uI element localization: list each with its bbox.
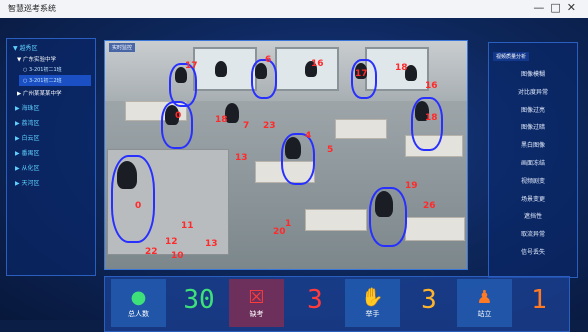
location-tree: ▼ 越秀区 ▼ 广东实验中学 ○ 3-201初二1班 ○ 3-201初二2班 ▶…: [6, 38, 96, 276]
quality-item-too-dark[interactable]: 图像过暗: [489, 119, 577, 137]
app-shell: ▼ 越秀区 ▼ 广东实验中学 ○ 3-201初二1班 ○ 3-201初二2班 ▶…: [0, 18, 588, 332]
minimize-button[interactable]: —: [533, 1, 550, 14]
stat-standing-value: 1: [531, 285, 547, 315]
keypoint-label: 18: [395, 63, 408, 73]
keypoint-label: 10: [171, 251, 184, 261]
title-bar: 智慧巡考系统 —□✕: [0, 0, 588, 18]
stat-label: 总人数: [128, 310, 149, 318]
live-video-feed[interactable]: 实时监控 17 6 16 17 18 16 0 18 7 4 5 23 13 1…: [104, 40, 468, 270]
keypoint-label: 4: [305, 131, 312, 141]
pose-outline: [111, 155, 155, 243]
keypoint-label: 0: [175, 111, 182, 121]
keypoint-label: 12: [165, 237, 178, 247]
tree-node-district[interactable]: ▼ 越秀区: [7, 39, 95, 52]
desk: [405, 217, 465, 241]
quality-item-monochrome[interactable]: 黑白图像: [489, 137, 577, 155]
quality-item-too-bright[interactable]: 图像过亮: [489, 102, 577, 120]
keypoint-label: 20: [273, 227, 286, 237]
keypoint-label: 7: [243, 121, 250, 131]
stat-raise-hand-value: 3: [421, 285, 437, 315]
keypoint-label: 19: [405, 181, 418, 191]
quality-item-signal-loss[interactable]: 信号丢失: [489, 244, 577, 262]
tree-node-region[interactable]: ▶ 从化区: [7, 157, 95, 172]
video-panel-tag: 实时监控: [109, 43, 136, 52]
quality-item-sudden-change[interactable]: 视频剧变: [489, 173, 577, 191]
quality-panel-header: 视频质量分析: [493, 52, 530, 61]
keypoint-label: 5: [327, 145, 334, 155]
pose-outline: [161, 101, 193, 149]
person-icon: ●: [130, 287, 147, 308]
keypoint-label: 23: [263, 121, 276, 131]
quality-item-occlusion[interactable]: 遮挡性: [489, 208, 577, 226]
maximize-button[interactable]: □: [550, 1, 566, 14]
stat-label: 缺考: [249, 310, 264, 318]
keypoint-label: 13: [235, 153, 248, 163]
stat-absent-value: 3: [307, 285, 323, 315]
stat-total-value: 30: [183, 285, 215, 315]
quality-item-frozen[interactable]: 画面冻结: [489, 155, 577, 173]
tree-node-region[interactable]: ▶ 白云区: [7, 127, 95, 142]
app-title: 智慧巡考系统: [8, 4, 56, 13]
keypoint-label: 17: [355, 69, 368, 79]
keypoint-label: 13: [205, 239, 218, 249]
desk: [305, 209, 367, 231]
calendar-x-icon: ☒: [248, 287, 265, 308]
keypoint-label: 1: [285, 219, 292, 229]
desk: [335, 119, 387, 139]
video-quality-panel: 视频质量分析 图像模糊 对比度异常 图像过亮 图像过暗 黑白图像 画面冻结 视频…: [488, 42, 578, 278]
tree-node-region[interactable]: ▶ 海珠区: [7, 97, 95, 112]
window-controls: —□✕: [533, 1, 582, 14]
quality-item-contrast[interactable]: 对比度异常: [489, 84, 577, 102]
close-button[interactable]: ✕: [567, 1, 582, 14]
keypoint-label: 0: [135, 201, 142, 211]
stats-bar: ● 总人数 30 ☒ 缺考 3 ✋ 举手 3 ♟ 站立 1: [104, 276, 570, 332]
keypoint-label: 16: [425, 81, 438, 91]
tree-node-region[interactable]: ▶ 天河区: [7, 172, 95, 187]
quality-item-scene-change[interactable]: 场景变更: [489, 191, 577, 209]
tree-node-school[interactable]: ▼ 广东实验中学: [7, 52, 95, 63]
quality-item-stream-error[interactable]: 取流异常: [489, 226, 577, 244]
stat-label: 举手: [365, 310, 380, 318]
keypoint-label: 17: [185, 61, 198, 71]
tree-node-room-selected[interactable]: ○ 3-201初二2班: [19, 75, 91, 86]
keypoint-label: 18: [425, 113, 438, 123]
pose-outline: [351, 59, 377, 99]
tree-node-region[interactable]: ▶ 番禺区: [7, 142, 95, 157]
tree-node-region[interactable]: ▶ 荔湾区: [7, 112, 95, 127]
standing-person-icon: ♟: [476, 287, 493, 308]
keypoint-label: 16: [311, 59, 324, 69]
student-figure: [215, 61, 227, 77]
keypoint-label: 22: [145, 247, 158, 257]
pose-outline: [251, 59, 277, 99]
pose-outline: [369, 187, 407, 247]
raised-hand-icon: ✋: [361, 287, 384, 308]
stat-label: 站立: [477, 310, 492, 318]
keypoint-label: 18: [215, 115, 228, 125]
tree-node-room[interactable]: ○ 3-201初二1班: [7, 63, 95, 73]
keypoint-label: 6: [265, 55, 272, 65]
quality-item-blur[interactable]: 图像模糊: [489, 66, 577, 84]
tree-node-school[interactable]: ▶ 广州某某某中学: [7, 86, 95, 97]
keypoint-label: 11: [181, 221, 194, 231]
keypoint-label: 26: [423, 201, 436, 211]
pose-outline: [411, 97, 443, 151]
